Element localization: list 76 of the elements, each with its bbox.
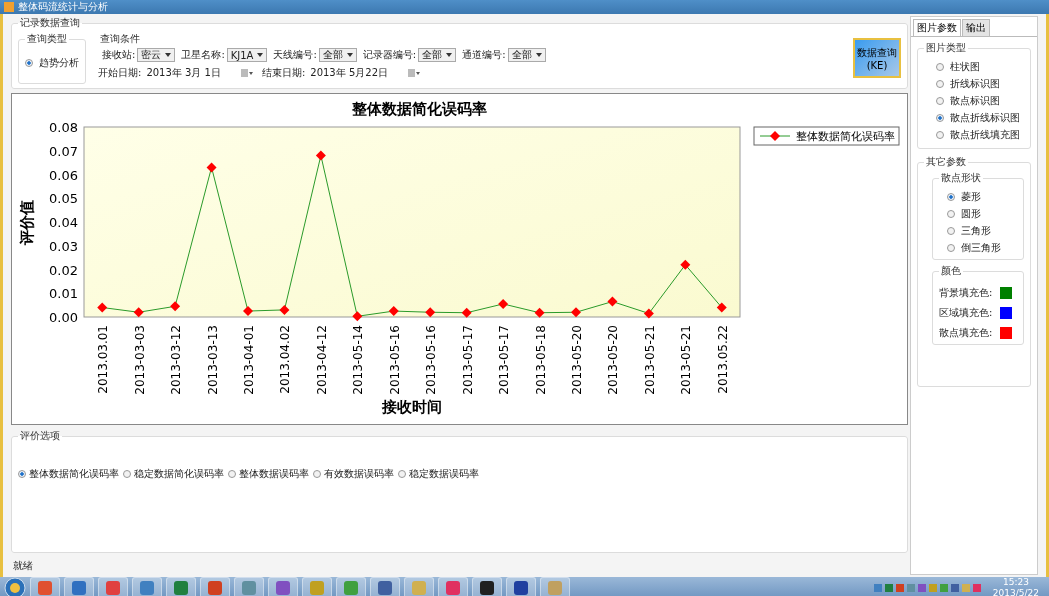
x-tick-label: 2013.05.22 xyxy=(715,325,730,394)
x-tick-label: 2013-05-17 xyxy=(497,325,512,395)
y-tick-label: 0.06 xyxy=(49,167,78,183)
tab[interactable]: 输出 xyxy=(962,19,990,36)
x-tick-label: 2013-05-16 xyxy=(424,325,439,395)
y-tick-label: 0.04 xyxy=(49,215,78,230)
y-tick-label: 0.03 xyxy=(49,238,78,254)
radio-label: 散点折线填充图 xyxy=(950,128,1020,142)
tab[interactable]: 图片参数 xyxy=(913,19,961,36)
y-tick-label: 0.07 xyxy=(49,143,78,159)
dropdown[interactable]: 密云 xyxy=(137,48,176,62)
field-label: 记录器编号: xyxy=(362,48,417,62)
y-tick-label: 0.08 xyxy=(49,120,78,135)
group-title: 图片类型 xyxy=(925,41,967,55)
y-tick-label: 0.02 xyxy=(49,262,78,278)
field-label: 天线编号: xyxy=(273,48,317,62)
field-label: 结束日期: xyxy=(261,66,306,80)
x-tick-label: 2013.03.01 xyxy=(96,325,111,394)
window-title: 整体码流统计与分析 xyxy=(18,0,108,14)
group-title: 记录数据查询 xyxy=(19,16,81,30)
status-text: 就绪 xyxy=(12,559,34,573)
y-tick-label: 0.05 xyxy=(49,191,78,207)
radio-label: 整体数据误码率 xyxy=(239,467,309,481)
x-tick-label: 2013-05-21 xyxy=(679,325,694,395)
x-tick-label: 2013-05-21 xyxy=(642,325,657,395)
x-tick-label: 2013-04-12 xyxy=(314,325,329,395)
field-label: 开始日期: xyxy=(98,66,142,80)
radio-label: 柱状图 xyxy=(950,60,980,74)
legend: 整体数据简化误码率 xyxy=(753,126,900,146)
color-label: 区域填充色: xyxy=(939,306,993,320)
chart-title: 整体数据简化误码率 xyxy=(352,100,487,118)
dropdown[interactable]: 全部 xyxy=(418,48,457,62)
group-title: 颜色 xyxy=(940,264,962,278)
radio-label: 散点标识图 xyxy=(950,94,1000,108)
field-label: 接收站: xyxy=(102,48,136,62)
x-tick-label: 2013-03-13 xyxy=(205,325,220,395)
legend-label: 整体数据简化误码率 xyxy=(796,130,895,143)
x-tick-label: 2013-05-17 xyxy=(460,325,475,395)
radio-label: 圆形 xyxy=(961,207,981,221)
x-tick-label: 2013-05-20 xyxy=(606,325,621,395)
y-tick-label: 0.00 xyxy=(49,310,78,325)
y-axis-title: 评价值 xyxy=(18,199,36,245)
group-title: 其它参数 xyxy=(925,155,967,169)
x-tick-label: 2013-05-18 xyxy=(533,325,548,395)
field-label: 卫星名称: xyxy=(181,48,225,62)
radio-label: 折线标识图 xyxy=(950,77,1000,91)
color-label: 散点填充色: xyxy=(939,326,993,340)
x-tick-label: 2013-05-20 xyxy=(570,325,584,395)
dropdown[interactable]: KJ1A xyxy=(226,48,268,62)
x-tick-label: 2013-03-12 xyxy=(169,325,184,395)
radio-label: 倒三角形 xyxy=(961,241,1001,255)
x-tick-label: 2013-05-16 xyxy=(387,325,402,395)
radio-label: 菱形 xyxy=(961,190,981,204)
color-label: 背景填充色: xyxy=(939,286,993,300)
radio-label: 散点折线标识图 xyxy=(950,111,1020,125)
radio-label: 三角形 xyxy=(961,224,991,238)
x-tick-label: 2013-03-03 xyxy=(132,325,147,395)
dropdown[interactable]: 全部 xyxy=(507,48,546,62)
group-title: 查询类型 xyxy=(26,32,68,46)
radio-label: 有效数据误码率 xyxy=(324,467,394,481)
group-title: 散点形状 xyxy=(940,171,982,185)
radio-label: 稳定数据简化误码率 xyxy=(134,467,224,481)
x-tick-label: 2013-04-01 xyxy=(242,325,256,395)
y-tick-label: 0.01 xyxy=(49,286,78,302)
date-picker[interactable]: 2013年 5月22日 xyxy=(307,66,423,80)
x-tick-label: 2013-05-14 xyxy=(351,325,366,395)
group-title: 评价选项 xyxy=(19,429,61,443)
query-button[interactable]: 数据查询(KE) xyxy=(853,38,901,78)
group-title: 查询条件 xyxy=(99,32,141,46)
radio-label: 整体数据简化误码率 xyxy=(29,467,119,481)
dropdown[interactable]: 全部 xyxy=(318,48,357,62)
x-tick-label: 2013.04.02 xyxy=(278,325,293,394)
radio-label: 稳定数据误码率 xyxy=(409,467,479,481)
x-axis-title: 接收时间 xyxy=(382,398,442,416)
field-label: 通道编号: xyxy=(462,48,506,62)
radio-label: 趋势分析 xyxy=(39,56,79,70)
